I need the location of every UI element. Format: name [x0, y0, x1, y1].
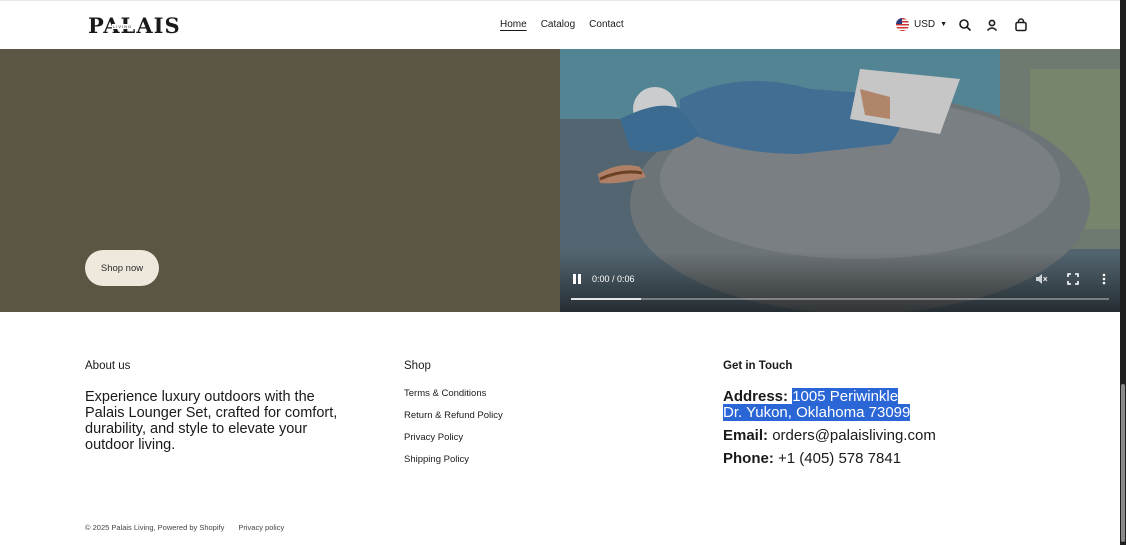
scrollbar[interactable] — [1120, 0, 1126, 545]
contact-block: Address: 1005 Periwinkle Dr. Yukon, Okla… — [723, 388, 936, 467]
phone-label: Phone: — [723, 450, 774, 467]
email-row: Email: orders@palaisliving.com — [723, 428, 936, 444]
shop-links: Terms & Conditions Return & Refund Polic… — [404, 388, 503, 465]
shop-now-button[interactable]: Shop now — [85, 250, 159, 286]
address-line-2: Dr. Yukon, Oklahoma 73099 — [723, 404, 911, 421]
address-line-1: 1005 Periwinkle — [792, 388, 899, 405]
currency-label: USD — [914, 19, 936, 30]
shipping-policy-link[interactable]: Shipping Policy — [404, 454, 503, 465]
contact-title: Get in Touch — [723, 360, 793, 372]
refund-policy-link[interactable]: Return & Refund Policy — [404, 410, 503, 421]
nav-catalog-link[interactable]: Catalog — [541, 19, 575, 30]
nav-home-link[interactable]: Home — [500, 19, 527, 30]
copyright-text: © 2025 Palais Living, Powered by Shopify — [85, 523, 225, 532]
terms-link[interactable]: Terms & Conditions — [404, 388, 503, 399]
chevron-down-icon: ▼ — [940, 21, 948, 28]
video-progress-track[interactable] — [571, 298, 1109, 300]
hero-video[interactable]: 0:00 / 0:06 — [560, 49, 1120, 312]
address-label: Address: — [723, 388, 789, 405]
address-row: Address: 1005 Periwinkle — [723, 388, 936, 405]
pause-icon[interactable] — [571, 273, 583, 285]
video-progress-fill — [571, 298, 641, 300]
currency-selector[interactable]: USD ▼ — [896, 18, 947, 31]
phone-row: Phone: +1 (405) 578 7841 — [723, 451, 936, 467]
shop-title: Shop — [404, 360, 431, 372]
scrollbar-thumb[interactable] — [1121, 384, 1125, 542]
footer-contact: Get in Touch Address: 1005 Periwinkle Dr… — [723, 360, 936, 467]
phone-value[interactable]: +1 (405) 578 7841 — [778, 450, 901, 467]
video-time: 0:00 / 0:06 — [592, 274, 635, 284]
account-icon[interactable] — [985, 18, 999, 32]
site-header: PALAIS LIVING Home Catalog Contact USD ▼ — [0, 0, 1120, 49]
video-controls: 0:00 / 0:06 — [560, 252, 1120, 312]
logo[interactable]: PALAIS LIVING — [88, 15, 180, 36]
email-value[interactable]: orders@palaisliving.com — [772, 427, 936, 444]
email-label: Email: — [723, 427, 769, 444]
more-options-icon[interactable] — [1097, 272, 1111, 286]
about-text: Experience luxury outdoors with the Pala… — [85, 389, 338, 453]
main-nav: Home Catalog Contact — [500, 19, 624, 30]
footer-shop: Shop Terms & Conditions Return & Refund … — [404, 360, 503, 465]
privacy-policy-footer-link[interactable]: Privacy policy — [238, 523, 284, 532]
search-icon[interactable] — [958, 18, 972, 32]
about-title: About us — [85, 360, 131, 372]
footer-about: About us Experience luxury outdoors with… — [85, 360, 355, 453]
fullscreen-icon[interactable] — [1066, 272, 1080, 286]
hero-panel — [0, 49, 560, 312]
cart-icon[interactable] — [1014, 18, 1028, 32]
flag-us-icon — [896, 18, 909, 31]
privacy-policy-link[interactable]: Privacy Policy — [404, 432, 503, 443]
copyright-bar: © 2025 Palais Living, Powered by Shopify… — [85, 523, 284, 532]
mute-icon[interactable] — [1034, 272, 1048, 286]
nav-contact-link[interactable]: Contact — [589, 19, 623, 30]
logo-subtext: LIVING — [112, 24, 134, 29]
